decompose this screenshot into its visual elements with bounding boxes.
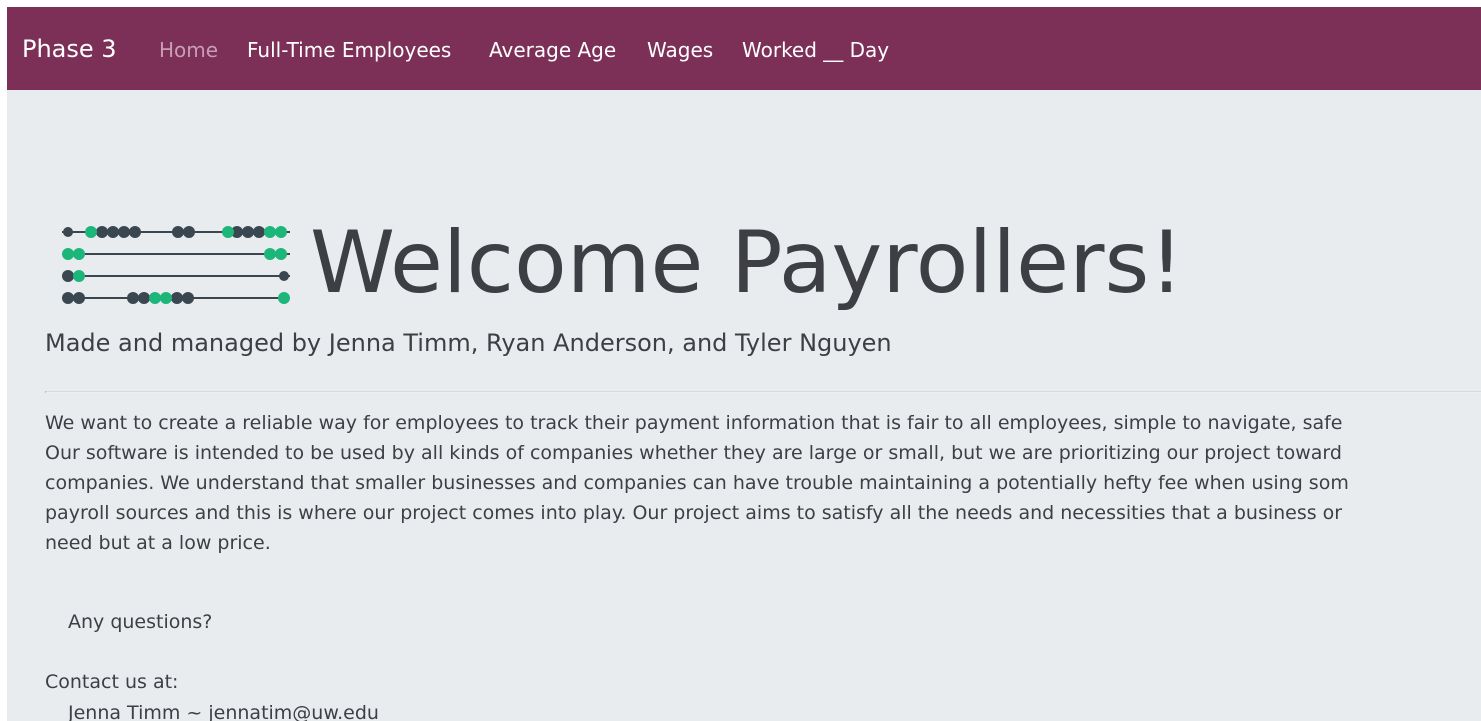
divider: [45, 391, 1481, 393]
top-navbar: Phase 3 Home Full-Time Employees Average…: [7, 7, 1481, 90]
nav-link-wages[interactable]: Wages: [647, 37, 713, 63]
welcome-jumbotron: Welcome Payrollers! Made and managed by …: [7, 90, 1481, 721]
page-frame: Phase 3 Home Full-Time Employees Average…: [7, 7, 1481, 721]
page-title: Welcome Payrollers!: [310, 213, 1184, 313]
about-line: We want to create a reliable way for emp…: [45, 412, 1343, 434]
nav-link-average-age[interactable]: Average Age: [489, 37, 616, 63]
questions-text: Any questions?: [68, 611, 213, 633]
contact-heading: Contact us at:: [45, 671, 179, 693]
nav-link-worked-day[interactable]: Worked __ Day: [742, 37, 889, 63]
authors-subtitle: Made and managed by Jenna Timm, Ryan And…: [45, 329, 892, 357]
contact-entry: Jenna Timm ~ jennatim@uw.edu: [68, 702, 379, 721]
about-line: payroll sources and this is where our pr…: [45, 502, 1343, 524]
nav-link-home[interactable]: Home: [159, 37, 218, 63]
navbar-brand[interactable]: Phase 3: [22, 34, 117, 64]
nav-link-full-time-employees[interactable]: Full-Time Employees: [247, 37, 451, 63]
about-line: Our software is intended to be used by a…: [45, 442, 1342, 464]
about-line: companies. We understand that smaller bu…: [45, 472, 1349, 494]
about-paragraph: We want to create a reliable way for emp…: [45, 408, 1481, 558]
abacus-icon: [62, 226, 290, 304]
about-line: need but at a low price.: [45, 532, 271, 554]
